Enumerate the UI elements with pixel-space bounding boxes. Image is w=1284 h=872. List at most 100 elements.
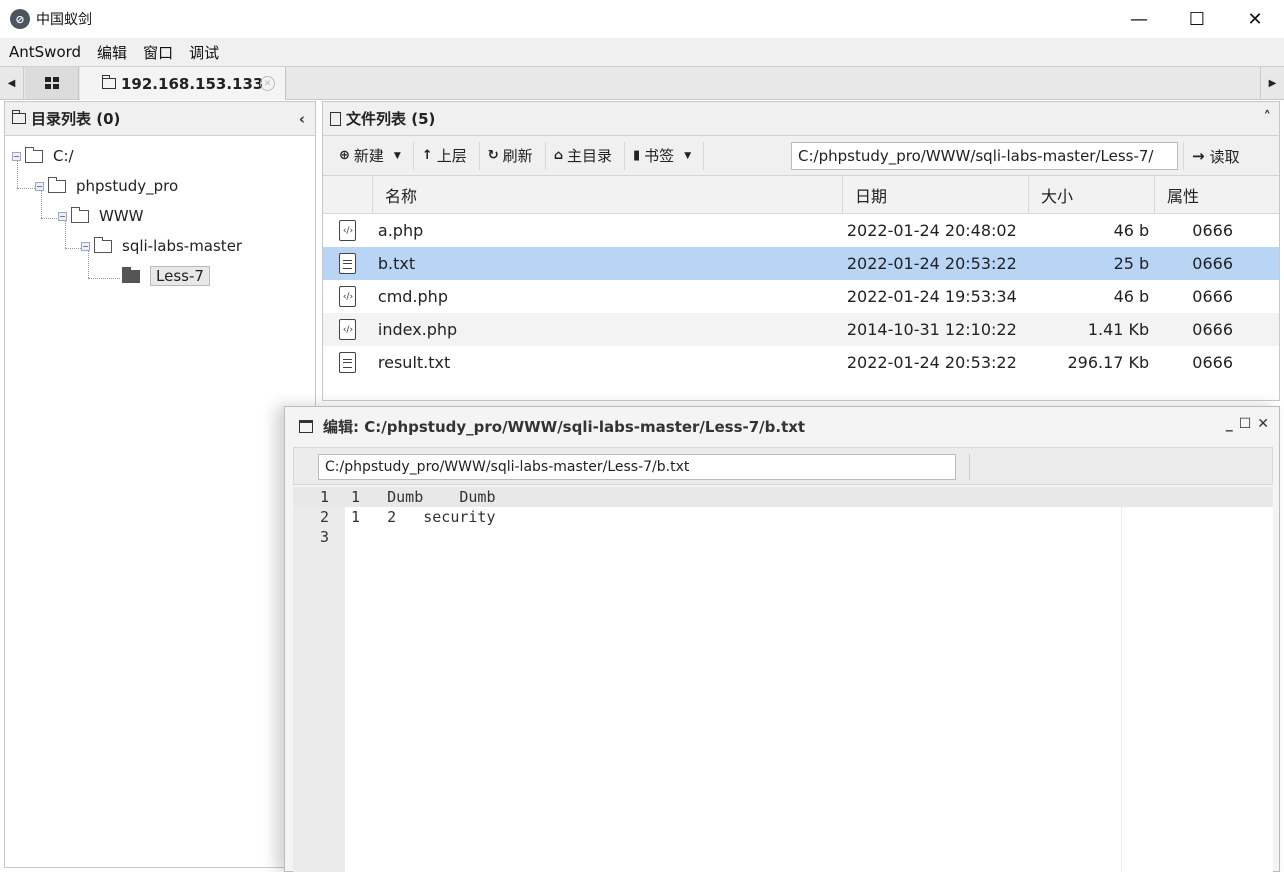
file-attr: 0666 [1192,287,1233,306]
editor-title-bar[interactable]: 编辑: C:/phpstudy_pro/WWW/sqli-labs-master… [285,407,1279,445]
tree-item-label: phpstudy_pro [76,177,179,195]
file-row[interactable]: ‹/› a.php 2022-01-24 20:48:02 46 b 0666 [323,214,1279,247]
tree-item-c-drive[interactable]: − C:/ [12,145,74,167]
file-icon [330,111,341,126]
text-file-icon [339,253,357,274]
read-button-label: 读取 [1209,147,1240,166]
editor-maximize-icon[interactable]: ☐ [1239,416,1252,432]
bookmark-icon: ▮ [633,148,641,163]
folder-icon [102,75,116,89]
tree-item-www[interactable]: − WWW [58,205,144,227]
file-name: index.php [377,320,458,339]
code-line: 1 1 Dumb Dumb [293,487,1273,507]
column-date[interactable]: 日期 [843,176,1029,214]
file-panel-title: 文件列表 (5) [346,110,436,128]
file-name: b.txt [377,254,416,273]
tree-item-less-7[interactable]: Less-7 [122,265,210,287]
file-attr: 0666 [1192,353,1233,372]
line-number: 3 [319,528,329,546]
close-icon: ✕ [1247,8,1263,30]
collapse-left-icon[interactable]: ‹ [299,110,305,128]
file-date: 2014-10-31 12:10:22 [846,320,1017,339]
tab-close-icon[interactable]: ✕ [260,76,275,91]
up-level-label: 上层 [436,147,467,165]
tree-collapse-icon[interactable]: − [35,181,44,191]
tree-collapse-icon[interactable]: − [58,211,67,221]
directory-panel: 目录列表 (0) ‹ − C:/ − phpstudy_pro − WWW − [4,101,316,868]
file-row[interactable]: result.txt 2022-01-24 20:53:22 296.17 Kb… [323,346,1279,379]
folder-icon [94,236,112,253]
bookmark-button[interactable]: ▮ 书签 ▼ [625,141,705,170]
file-row[interactable]: ‹/› index.php 2014-10-31 12:10:22 1.41 K… [323,313,1279,346]
tree-collapse-icon[interactable]: − [81,241,90,251]
file-row[interactable]: b.txt 2022-01-24 20:53:22 25 b 0666 [323,247,1279,280]
file-date: 2022-01-24 19:53:34 [846,287,1017,306]
directory-panel-title: 目录列表 (0) [31,110,121,128]
file-toolbar: ⊕ 新建 ▼ ↑ 上层 ↻ 刷新 ⌂ 主目录 ▮ 书签 ▼ → 读取 [323,136,1279,176]
close-window-button[interactable]: ✕ [1226,0,1284,38]
tree-collapse-icon[interactable]: − [12,151,21,161]
home-icon: ⌂ [553,148,563,163]
folder-icon [71,206,89,223]
text-file-icon [339,352,357,373]
file-date: 2022-01-24 20:53:22 [846,254,1017,273]
code-editor[interactable]: 1 1 Dumb Dumb 2 1 2 security 3 [293,487,1273,872]
file-size: 1.41 Kb [1087,320,1150,339]
file-panel: 文件列表 (5) ˄ ⊕ 新建 ▼ ↑ 上层 ↻ 刷新 ⌂ 主目录 ▮ 书签 ▼… [322,101,1280,401]
plus-circle-icon: ⊕ [339,148,350,163]
refresh-button[interactable]: ↻ 刷新 [480,141,546,170]
column-attr[interactable]: 属性 [1155,176,1279,214]
window-icon [299,419,313,433]
tree-item-label: Less-7 [150,266,210,286]
php-file-icon: ‹/› [339,286,357,307]
editor-minimize-icon[interactable]: _ [1226,416,1233,432]
window-title: 中国蚁剑 [36,12,92,28]
caret-down-icon: ▼ [684,150,692,161]
tab-shell-session[interactable]: 192.168.153.133 ✕ [80,67,286,100]
menu-antsword[interactable]: AntSword [0,43,89,61]
column-name[interactable]: 名称 [373,176,843,214]
minimize-button[interactable]: — [1110,0,1168,38]
up-level-button[interactable]: ↑ 上层 [414,141,480,170]
new-button-label: 新建 [353,147,384,165]
home-dir-button[interactable]: ⌂ 主目录 [546,141,626,170]
title-bar: ⊘ 中国蚁剑 — ☐ ✕ [0,0,1284,38]
column-size[interactable]: 大小 [1029,176,1155,214]
toolbar-divider [969,454,970,480]
new-button[interactable]: ⊕ 新建 ▼ [331,141,414,170]
folder-icon [12,110,26,124]
menu-edit[interactable]: 编辑 [89,42,135,63]
home-dir-label: 主目录 [567,147,613,165]
caret-left-icon: ◀ [7,77,16,89]
path-input[interactable] [791,142,1178,170]
tab-label: 192.168.153.133 [121,74,264,93]
menu-bar: AntSword 编辑 窗口 调试 [0,38,1284,66]
file-row[interactable]: ‹/› cmd.php 2022-01-24 19:53:34 46 b 066… [323,280,1279,313]
tree-item-sqli-labs-master[interactable]: − sqli-labs-master [81,235,242,257]
tree-item-phpstudy-pro[interactable]: − phpstudy_pro [35,175,178,197]
file-size: 46 b [1113,221,1150,240]
antsword-logo-icon: ⊘ [10,9,30,29]
bookmark-label: 书签 [644,147,675,165]
read-button[interactable]: → 读取 [1183,142,1248,170]
file-grid-header: 名称 日期 大小 属性 [323,176,1279,214]
editor-title: 编辑: C:/phpstudy_pro/WWW/sqli-labs-master… [323,417,806,436]
collapse-up-icon[interactable]: ˄ [1264,108,1272,126]
refresh-icon: ↻ [487,148,499,163]
file-attr: 0666 [1192,254,1233,273]
tree-connector [88,278,120,279]
arrow-up-icon: ↑ [421,148,433,163]
editor-path-input[interactable] [318,454,956,480]
code-line: 2 1 2 security [293,507,1273,527]
editor-toolbar [293,447,1273,485]
menu-window[interactable]: 窗口 [135,42,181,63]
tab-scroll-left-button[interactable]: ◀ [0,67,24,99]
file-size: 296.17 Kb [1067,353,1150,372]
menu-debug[interactable]: 调试 [181,42,227,63]
maximize-button[interactable]: ☐ [1168,0,1226,38]
tab-home[interactable] [25,67,79,99]
editor-window: 编辑: C:/phpstudy_pro/WWW/sqli-labs-master… [284,406,1280,872]
tab-scroll-right-button[interactable]: ▶ [1260,67,1284,99]
editor-close-icon[interactable]: ✕ [1257,416,1269,432]
column-icon [323,176,373,214]
